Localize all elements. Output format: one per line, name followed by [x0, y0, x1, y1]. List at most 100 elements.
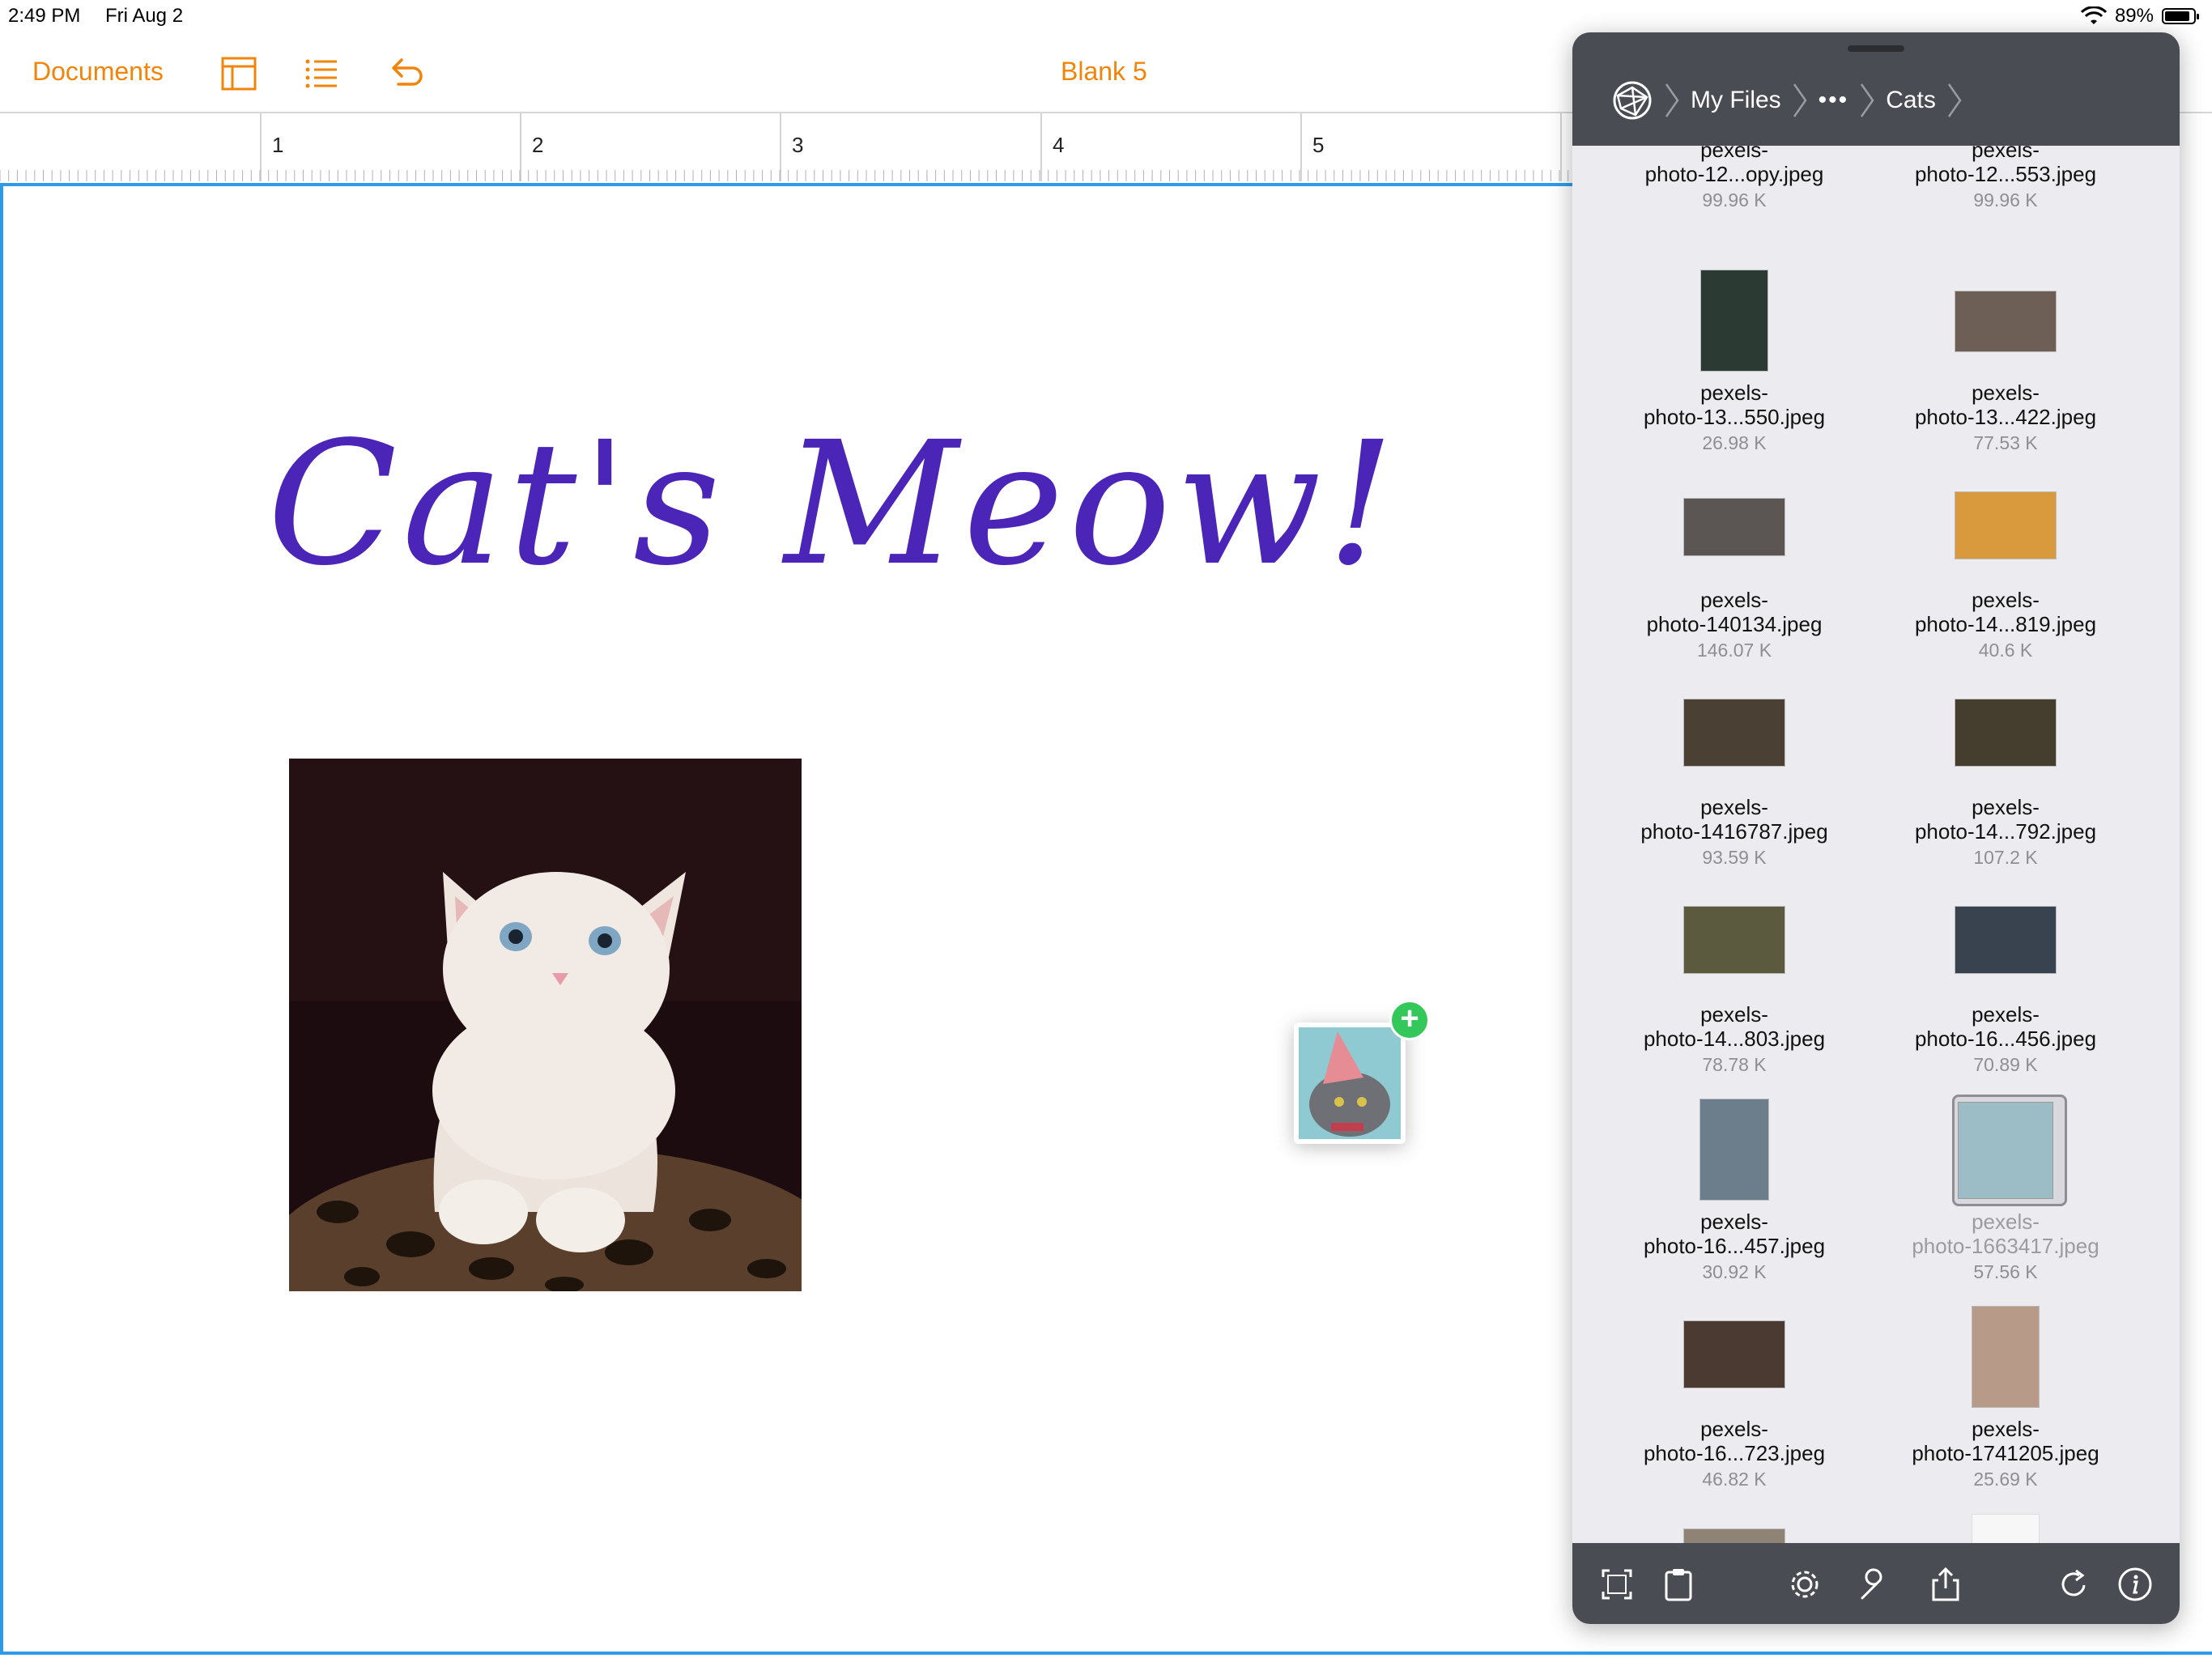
- file-thumbnail: [1958, 1102, 2053, 1199]
- ruler-number: 3: [792, 133, 804, 157]
- ruler-ticks: [0, 113, 1569, 181]
- share-icon[interactable]: [1927, 1566, 1964, 1603]
- file-size: 77.53 K: [1973, 432, 2038, 453]
- undo-icon[interactable]: [385, 53, 426, 94]
- chevron-right-icon: [1861, 83, 1874, 117]
- wrench-icon[interactable]: [1856, 1566, 1893, 1603]
- file-size: 99.96 K: [1702, 189, 1767, 210]
- file-name-line2: photo-13...550.jpeg: [1643, 405, 1826, 429]
- battery-icon: [2162, 8, 2199, 24]
- file-thumbnail: [1683, 498, 1785, 556]
- file-name-line1: pexels-: [1700, 1002, 1768, 1027]
- file-name-line2: photo-14...792.jpeg: [1914, 819, 2097, 844]
- list-format-icon[interactable]: [301, 53, 342, 94]
- file-thumbnail: [1683, 699, 1785, 767]
- file-item[interactable]: pexels- photo-14...792.jpeg 107.2 K: [1872, 684, 2139, 878]
- file-name-line2: photo-1741205.jpeg: [1912, 1441, 2099, 1465]
- status-date: Fri Aug 2: [105, 5, 184, 27]
- file-name-line1: pexels-: [1972, 146, 2040, 162]
- battery-percent: 89%: [2114, 5, 2154, 27]
- file-item[interactable]: pexels- photo-12...553.jpeg 99.96 K: [1872, 146, 2139, 212]
- file-thumbnail: [1972, 1306, 2040, 1408]
- file-name-line2: photo-13...422.jpeg: [1914, 405, 2097, 429]
- file-item[interactable]: pexels- photo-1741205.jpeg 25.69 K: [1872, 1306, 2139, 1500]
- file-item[interactable]: pexels- photo-14...819.jpeg 40.6 K: [1872, 477, 2139, 671]
- files-panel: My Files ••• Cats pexels- photo-12...opy…: [1572, 32, 2180, 1624]
- file-thumbnail: [1955, 699, 2057, 767]
- file-name-line1: pexels-: [1972, 1417, 2040, 1441]
- file-name-line2: photo-16...456.jpeg: [1914, 1027, 2097, 1051]
- file-name-line1: pexels-: [1972, 1002, 2040, 1027]
- documents-button[interactable]: Documents: [32, 57, 164, 87]
- file-size: 30.92 K: [1702, 1261, 1767, 1282]
- file-name-line2: photo-1663417.jpeg: [1912, 1234, 2099, 1258]
- info-icon[interactable]: [2116, 1566, 2154, 1603]
- files-panel-header: My Files ••• Cats: [1572, 32, 2180, 146]
- file-item[interactable]: pexels- photo-1416787.jpeg 93.59 K: [1601, 684, 1868, 878]
- file-grid: pexels- photo-12...opy.jpeg 99.96 K pexe…: [1572, 146, 2180, 1579]
- file-name-line1: pexels-: [1700, 1209, 1768, 1234]
- ruler-number: 4: [1053, 133, 1065, 157]
- file-name-line2: photo-16...723.jpeg: [1643, 1441, 1826, 1465]
- file-item-selected[interactable]: pexels- photo-1663417.jpeg 57.56 K: [1872, 1099, 2139, 1293]
- panel-grabber[interactable]: [1848, 45, 1904, 52]
- status-time: 2:49 PM: [8, 5, 81, 27]
- file-thumbnail: [1955, 906, 2057, 974]
- file-name-line2: photo-14...803.jpeg: [1643, 1027, 1826, 1051]
- refresh-icon[interactable]: [2055, 1566, 2092, 1603]
- file-size: 78.78 K: [1702, 1054, 1767, 1075]
- file-thumbnail: [1699, 1099, 1769, 1201]
- file-item[interactable]: pexels- photo-16...456.jpeg 70.89 K: [1872, 891, 2139, 1086]
- clipboard-icon[interactable]: [1660, 1566, 1697, 1603]
- gear-icon[interactable]: [1786, 1566, 1823, 1603]
- file-item[interactable]: pexels- photo-12...opy.jpeg 99.96 K: [1601, 146, 1868, 212]
- add-plus-icon: +: [1389, 1000, 1430, 1040]
- file-thumbnail: [1700, 270, 1768, 372]
- file-name-line2: photo-1416787.jpeg: [1640, 819, 1828, 844]
- file-name-line1: pexels-: [1972, 380, 2040, 405]
- file-name-line1: pexels-: [1700, 588, 1768, 612]
- sidebar-layout-icon[interactable]: [219, 53, 259, 94]
- chevron-right-icon: [1665, 83, 1679, 117]
- drag-preview[interactable]: [1294, 1022, 1406, 1144]
- files-panel-toolbar: [1572, 1543, 2180, 1624]
- breadcrumb-cats[interactable]: Cats: [1886, 87, 1936, 114]
- file-name-line1: pexels-: [1972, 588, 2040, 612]
- file-thumbnail: [1955, 491, 2057, 559]
- breadcrumb-more[interactable]: •••: [1819, 87, 1849, 114]
- file-name-line1: pexels-: [1700, 795, 1768, 819]
- file-name-line1: pexels-: [1972, 1209, 2040, 1234]
- wifi-icon: [2080, 6, 2107, 24]
- kitten-photo[interactable]: [289, 759, 802, 1291]
- file-name-line1: pexels-: [1700, 1417, 1768, 1441]
- file-size: 70.89 K: [1973, 1054, 2038, 1075]
- breadcrumb: My Files ••• Cats: [1611, 79, 1973, 121]
- status-bar: 2:49 PM Fri Aug 2 89%: [0, 0, 2212, 32]
- file-name-line1: pexels-: [1700, 380, 1768, 405]
- ruler-number: 2: [532, 133, 544, 157]
- file-item[interactable]: pexels- photo-16...723.jpeg 46.82 K: [1601, 1306, 1868, 1500]
- file-name-line2: photo-140134.jpeg: [1646, 612, 1823, 636]
- document-headline[interactable]: Cat's Meow!: [267, 405, 1399, 603]
- file-name-line2: photo-16...457.jpeg: [1643, 1234, 1826, 1258]
- file-item[interactable]: pexels- photo-140134.jpeg 146.07 K: [1601, 477, 1868, 671]
- chevron-right-icon: [1947, 83, 1962, 117]
- file-item[interactable]: pexels- photo-16...457.jpeg 30.92 K: [1601, 1099, 1868, 1293]
- file-item[interactable]: pexels- photo-14...803.jpeg 78.78 K: [1601, 891, 1868, 1086]
- file-item[interactable]: pexels- photo-13...550.jpeg 26.98 K: [1601, 270, 1868, 464]
- breadcrumb-my-files[interactable]: My Files: [1691, 87, 1781, 114]
- status-right: 89%: [2080, 5, 2199, 28]
- file-size: 25.69 K: [1973, 1469, 2038, 1490]
- expand-icon[interactable]: [1598, 1566, 1636, 1603]
- ruler[interactable]: 1 2 3 4 5: [0, 113, 1575, 186]
- file-item[interactable]: pexels- photo-13...422.jpeg 77.53 K: [1872, 270, 2139, 464]
- ruler-number: 5: [1312, 133, 1325, 157]
- file-thumbnail: [1955, 291, 2057, 352]
- network-globe-icon[interactable]: [1611, 79, 1653, 121]
- ruler-number: 1: [272, 133, 284, 157]
- file-size: 46.82 K: [1702, 1469, 1767, 1490]
- document-title: Blank 5: [1061, 57, 1147, 86]
- file-size: 26.98 K: [1702, 432, 1767, 453]
- file-name-line2: photo-12...553.jpeg: [1914, 162, 2097, 186]
- file-size: 57.56 K: [1973, 1261, 2038, 1282]
